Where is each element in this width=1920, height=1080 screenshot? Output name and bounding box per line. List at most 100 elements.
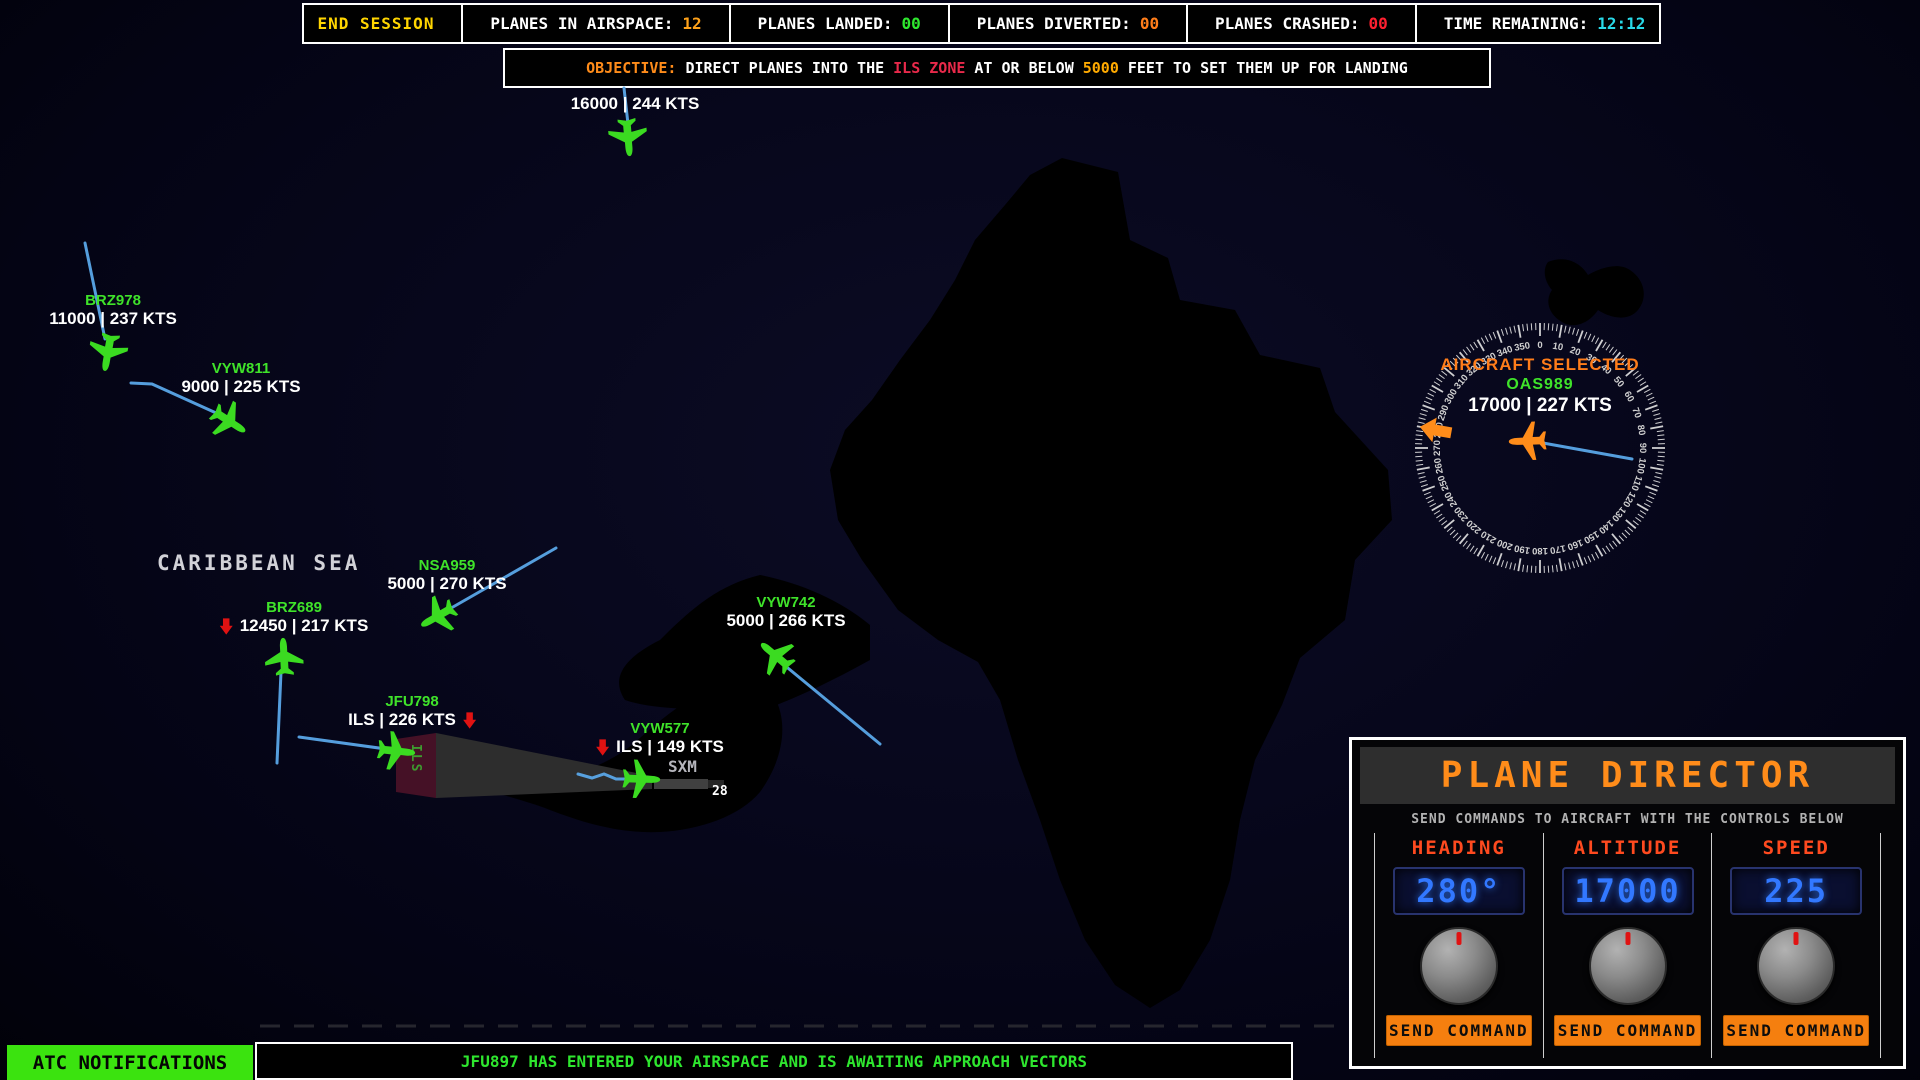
- flight-trail: [277, 672, 281, 763]
- compass-degree-label: 0: [1537, 340, 1542, 351]
- plane-director-panel: PLANE DIRECTOR SEND COMMANDS TO AIRCRAFT…: [1349, 737, 1906, 1069]
- flight-trail: [1543, 443, 1632, 459]
- descend-arrow-icon: [220, 618, 233, 635]
- plane-alt-speed: 11000 | 237 KTS: [49, 309, 177, 329]
- send-heading-command-button[interactable]: SEND COMMAND: [1386, 1015, 1532, 1046]
- compass-degree-label: 190: [1513, 542, 1531, 556]
- plane-callsign[interactable]: BRZ978: [49, 292, 177, 309]
- compass-degree-label: 270: [1432, 440, 1443, 456]
- compass-degree-label: 100: [1634, 457, 1648, 475]
- compass-tick: [1416, 435, 1423, 436]
- altitude-label: ALTITUDE: [1574, 837, 1682, 859]
- compass-tick: [1606, 546, 1610, 552]
- compass-tick: [1489, 334, 1492, 340]
- compass-tick: [1569, 327, 1571, 334]
- plane-info: 11000 | 237 KTS: [49, 309, 177, 329]
- compass-tick: [1481, 338, 1484, 344]
- compass-degree-label: 290: [1436, 404, 1452, 423]
- compass-tick: [1470, 546, 1474, 552]
- compass-degree-label: 350: [1513, 340, 1531, 354]
- compass-tick: [1609, 347, 1613, 353]
- plane-icon[interactable]: [607, 117, 649, 158]
- compass-tick: [1527, 324, 1528, 331]
- compass-tick: [1514, 563, 1515, 570]
- compass-tick: [1592, 336, 1595, 342]
- plane-alt-speed: 5000 | 270 KTS: [387, 574, 506, 594]
- compass-tick: [1644, 389, 1650, 392]
- compass-tick: [1556, 324, 1557, 331]
- plane-alt-speed: ILS | 226 KTS: [348, 710, 456, 730]
- compass-tick: [1485, 554, 1488, 560]
- compass-tick: [1439, 375, 1445, 379]
- plane-info: 5000 | 270 KTS: [387, 574, 506, 594]
- compass-tick: [1416, 460, 1423, 461]
- compass-tick: [1450, 530, 1455, 535]
- plane-icon[interactable]: [203, 395, 255, 448]
- plane-callsign[interactable]: VYW811: [181, 360, 300, 377]
- send-speed-command-button[interactable]: SEND COMMAND: [1723, 1015, 1869, 1046]
- plane-data-block: VYW577ILS | 149 KTS: [596, 720, 724, 757]
- plane-data-block: VYW8119000 | 225 KTS: [181, 360, 300, 397]
- compass-tick: [1573, 561, 1575, 568]
- compass-tick: [1430, 503, 1436, 506]
- ils-zone-label: ILS: [408, 744, 423, 773]
- compass-tick: [1652, 484, 1659, 486]
- compass-tick: [1434, 511, 1440, 515]
- heading-knob[interactable]: [1420, 927, 1498, 1005]
- compass-tick: [1416, 431, 1423, 432]
- plane-alt-speed: 12450 | 217 KTS: [240, 616, 369, 636]
- selected-info: 17000 | 227 KTS: [1468, 395, 1612, 417]
- plane-callsign[interactable]: JFU798: [348, 693, 476, 710]
- compass-tick: [1474, 342, 1478, 348]
- compass-tick: [1588, 334, 1591, 340]
- send-altitude-command-button[interactable]: SEND COMMAND: [1554, 1015, 1700, 1046]
- plane-callsign[interactable]: VYW577: [596, 720, 724, 737]
- compass-tick: [1481, 552, 1484, 558]
- compass-tick: [1428, 500, 1434, 503]
- compass-tick: [1417, 467, 1430, 469]
- compass-tick: [1646, 500, 1652, 503]
- speed-knob[interactable]: [1757, 927, 1835, 1005]
- compass-tick: [1420, 414, 1427, 416]
- knob-tick: [1625, 932, 1630, 945]
- compass-degree-label: 170: [1549, 542, 1567, 556]
- compass-degree-label: 160: [1566, 536, 1585, 552]
- compass-tick: [1648, 397, 1654, 400]
- plane-icon[interactable]: [86, 331, 130, 375]
- altitude-knob[interactable]: [1589, 927, 1667, 1005]
- selected-plane-icon[interactable]: [1508, 421, 1547, 461]
- compass-tick: [1527, 565, 1528, 572]
- flight-trail: [299, 737, 386, 749]
- plane-data-block: NSA9595000 | 270 KTS: [387, 557, 506, 594]
- compass-tick: [1556, 565, 1557, 572]
- compass-tick: [1595, 552, 1598, 558]
- compass-tick: [1565, 563, 1566, 570]
- plane-callsign[interactable]: BRZ689: [220, 599, 369, 616]
- plane-alt-speed: 16000 | 244 KTS: [571, 94, 700, 114]
- compass-tick: [1619, 536, 1624, 541]
- plane-data-block: JFU798ILS | 226 KTS: [348, 693, 476, 730]
- compass-tick: [1622, 533, 1627, 538]
- runway: [654, 779, 708, 789]
- plane-callsign[interactable]: NSA959: [387, 557, 506, 574]
- compass-tick: [1456, 536, 1461, 541]
- compass-tick: [1655, 473, 1662, 474]
- compass-tick: [1514, 326, 1515, 333]
- compass-degree-label: 60: [1621, 389, 1636, 404]
- compass-tick: [1609, 543, 1613, 549]
- compass-tick: [1523, 324, 1524, 331]
- compass-tick: [1447, 527, 1452, 532]
- compass-tick: [1638, 378, 1644, 382]
- compass-tick: [1470, 344, 1474, 350]
- compass-degree-label: 90: [1637, 443, 1648, 454]
- plane-director-subtitle: SEND COMMANDS TO AIRCRAFT WITH THE CONTR…: [1352, 812, 1903, 827]
- descend-arrow-icon: [596, 739, 609, 756]
- island-northeast-islet: [1545, 259, 1644, 325]
- compass-tick: [1635, 517, 1641, 521]
- compass-tick: [1646, 393, 1652, 396]
- compass-tick: [1653, 414, 1660, 416]
- plane-icon[interactable]: [264, 637, 304, 676]
- plane-callsign[interactable]: VYW742: [726, 594, 845, 611]
- plane-icon[interactable]: [412, 590, 464, 642]
- compass-tick: [1421, 484, 1428, 486]
